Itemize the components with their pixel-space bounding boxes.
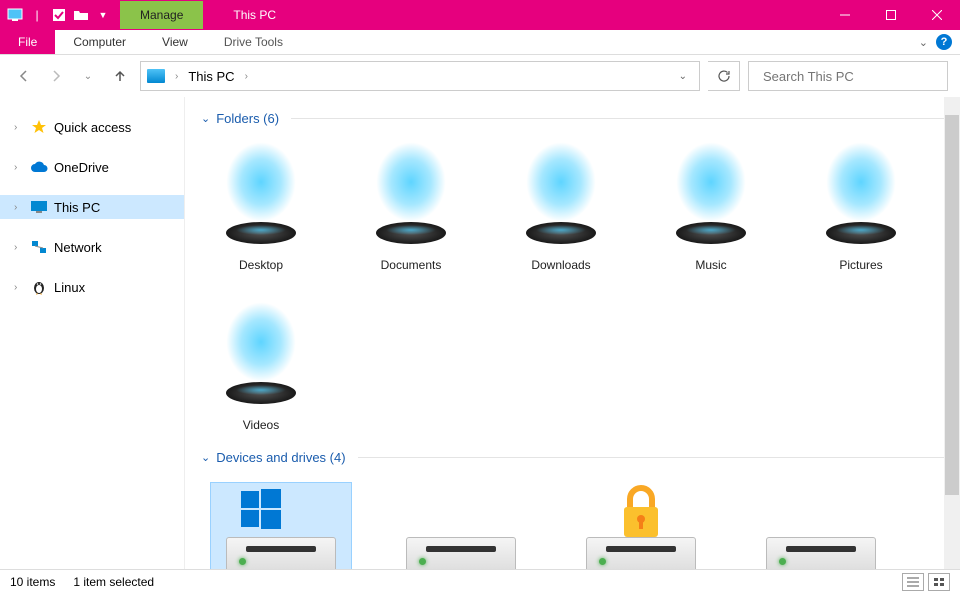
sidebar-item-quick-access[interactable]: › Quick access <box>0 115 184 139</box>
new-folder-icon[interactable] <box>72 6 90 24</box>
star-icon <box>30 119 48 135</box>
title-bar: | ▼ Manage This PC <box>0 0 960 30</box>
sidebar-item-onedrive[interactable]: › OneDrive <box>0 155 184 179</box>
drive-item[interactable] <box>211 483 351 569</box>
group-header-folders[interactable]: ⌄ Folders (6) <box>201 111 944 126</box>
content-pane: ⌄ Folders (6) Desktop Documents Downloads Mus… <box>185 97 960 569</box>
cloud-icon <box>30 159 48 175</box>
context-tab-manage[interactable]: Manage <box>120 1 203 29</box>
folder-label: Downloads <box>531 258 590 272</box>
folder-desktop[interactable]: Desktop <box>211 142 311 272</box>
tab-computer[interactable]: Computer <box>55 30 144 54</box>
sidebar-item-label: Network <box>54 240 102 255</box>
drive-item[interactable] <box>751 483 891 569</box>
qat-separator: | <box>28 6 46 24</box>
help-icon[interactable]: ? <box>936 34 952 50</box>
recent-dropdown[interactable]: ⌄ <box>76 64 100 88</box>
address-bar[interactable]: › This PC › ⌄ <box>140 61 700 91</box>
folder-label: Desktop <box>239 258 283 272</box>
search-box[interactable] <box>748 61 948 91</box>
folder-downloads[interactable]: Downloads <box>511 142 611 272</box>
app-icon <box>6 6 24 24</box>
group-header-devices-and-drives[interactable]: ⌄ Devices and drives (4) <box>201 450 944 465</box>
breadcrumb-this-pc[interactable]: This PC <box>188 69 234 84</box>
chevron-right-icon[interactable]: › <box>14 122 24 133</box>
window-title: This PC <box>203 8 276 22</box>
penguin-icon <box>30 279 48 295</box>
sidebar-item-label: OneDrive <box>54 160 109 175</box>
chevron-right-icon[interactable]: › <box>14 282 24 293</box>
quick-access-toolbar: | ▼ Manage <box>0 1 203 29</box>
body: › Quick access › OneDrive › This PC › Network › L… <box>0 97 960 569</box>
details-view-button[interactable] <box>902 573 924 591</box>
tab-drive-tools[interactable]: Drive Tools <box>206 30 301 54</box>
address-dropdown-icon[interactable]: ⌄ <box>673 71 693 82</box>
folder-icon <box>216 302 306 412</box>
tab-view[interactable]: View <box>144 30 206 54</box>
location-icon <box>147 69 165 83</box>
drive-icon <box>406 537 516 569</box>
sidebar-item-label: Linux <box>54 280 85 295</box>
windows-logo-icon <box>239 487 283 531</box>
sidebar-item-label: This PC <box>54 200 100 215</box>
folder-icon <box>216 142 306 252</box>
window-controls <box>822 0 960 30</box>
folder-label: Documents <box>381 258 442 272</box>
group-title: Folders (6) <box>216 111 279 126</box>
folder-icon <box>516 142 606 252</box>
drive-item[interactable] <box>391 483 531 569</box>
scrollbar[interactable] <box>944 97 960 569</box>
monitor-icon <box>30 199 48 215</box>
refresh-button[interactable] <box>708 61 740 91</box>
maximize-button[interactable] <box>868 0 914 30</box>
properties-icon[interactable] <box>50 6 68 24</box>
chevron-right-icon[interactable]: › <box>14 202 24 213</box>
chevron-right-icon[interactable]: › <box>14 162 24 173</box>
drive-icon <box>766 537 876 569</box>
folder-icon <box>366 142 456 252</box>
status-selected-count: 1 item selected <box>73 575 154 589</box>
drive-icon <box>226 537 336 569</box>
folder-label: Pictures <box>839 258 882 272</box>
network-icon <box>30 239 48 255</box>
minimize-button[interactable] <box>822 0 868 30</box>
drive-grid <box>201 471 944 569</box>
folder-icon <box>816 142 906 252</box>
sidebar-item-label: Quick access <box>54 120 131 135</box>
close-button[interactable] <box>914 0 960 30</box>
chevron-right-icon[interactable]: › <box>14 242 24 253</box>
folder-documents[interactable]: Documents <box>361 142 461 272</box>
folder-icon <box>666 142 756 252</box>
folder-pictures[interactable]: Pictures <box>811 142 911 272</box>
file-tab[interactable]: File <box>0 30 55 54</box>
status-bar: 10 items 1 item selected <box>0 569 960 593</box>
folder-videos[interactable]: Videos <box>211 302 311 432</box>
folder-label: Videos <box>243 418 279 432</box>
collapse-ribbon-icon[interactable]: ⌄ <box>919 36 928 49</box>
chevron-right-icon[interactable]: › <box>241 71 252 82</box>
navigation-bar: ⌄ › This PC › ⌄ <box>0 55 960 97</box>
sidebar-item-this-pc[interactable]: › This PC <box>0 195 184 219</box>
chevron-down-icon: ⌄ <box>201 451 210 464</box>
folder-grid: Desktop Documents Downloads Music Pictures Vi… <box>201 132 944 450</box>
forward-button[interactable] <box>44 64 68 88</box>
group-title: Devices and drives (4) <box>216 450 345 465</box>
drive-icon <box>586 537 696 569</box>
chevron-right-icon[interactable]: › <box>171 71 182 82</box>
large-icons-view-button[interactable] <box>928 573 950 591</box>
drive-item[interactable] <box>571 483 711 569</box>
sidebar-item-network[interactable]: › Network <box>0 235 184 259</box>
chevron-down-icon: ⌄ <box>201 112 210 125</box>
search-input[interactable] <box>763 69 939 84</box>
qat-dropdown-icon[interactable]: ▼ <box>94 6 112 24</box>
back-button[interactable] <box>12 64 36 88</box>
status-item-count: 10 items <box>10 575 55 589</box>
sidebar-item-linux[interactable]: › Linux <box>0 275 184 299</box>
ribbon-tabs: File Computer View Drive Tools ⌄ ? <box>0 30 960 55</box>
folder-music[interactable]: Music <box>661 142 761 272</box>
scroll-thumb[interactable] <box>945 115 959 495</box>
up-button[interactable] <box>108 64 132 88</box>
navigation-pane: › Quick access › OneDrive › This PC › Network › L… <box>0 97 185 569</box>
folder-label: Music <box>695 258 726 272</box>
